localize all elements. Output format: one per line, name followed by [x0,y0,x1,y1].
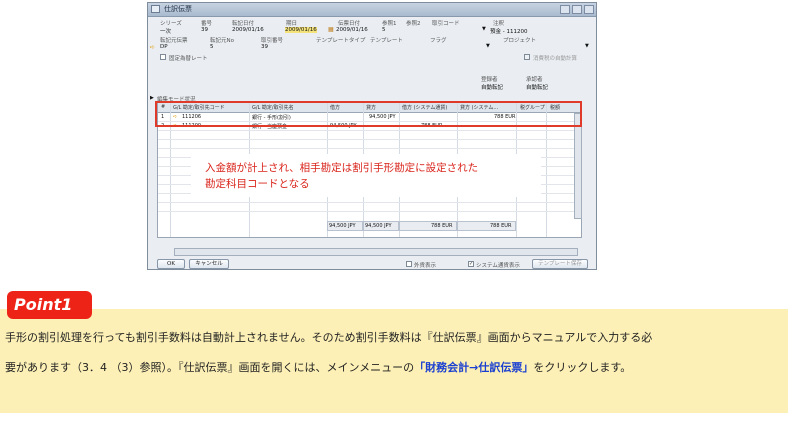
label-ref2: 参照2 [406,21,421,27]
label-template-type: テンプレートタイプ [316,38,366,44]
label-posting-date: 転記日付 [232,21,255,27]
posting-date-field[interactable]: 2009/01/16 [232,27,264,33]
label-number: 番号 [201,21,213,27]
ref1-field[interactable]: 5 [382,27,386,33]
maximize-button[interactable] [572,5,582,14]
label-doc-date: 伝票日付 [338,21,361,27]
window-titlebar[interactable]: 仕訳伝票 [148,3,596,17]
calendar-icon[interactable]: ▦ [328,26,334,33]
approver-label: 承認者 [526,77,543,83]
origin-no-field[interactable]: 5 [210,44,214,50]
point-text-line2: 要があります（3．4 （3）参照）。『仕訳伝票』画面を開くには、メインメニューの… [5,359,631,375]
total-credit-sys: 788 EUR [490,223,512,229]
journal-entry-window: 仕訳伝票 シリーズ 番号 転記日付 期日 伝票日付 参照1 参照2 取引コード … [147,2,597,270]
label-project: プロジェクト [503,38,537,44]
label-template: テンプレート [370,38,403,44]
label-flag: フラグ [430,38,447,44]
doc-date-field[interactable]: 2009/01/16 [336,27,368,33]
window-title: 仕訳伝票 [164,5,192,13]
label-trans-no: 取引番号 [261,38,284,44]
label-origin-doc: 転記元伝票 [160,38,188,44]
total-debit: 94,500 JPY [329,223,356,229]
total-credit: 94,500 JPY [365,223,392,229]
window-icon [151,5,160,13]
point-text-line2-post: をクリックします。 [533,361,632,374]
trans-no-field[interactable]: 39 [261,44,268,50]
callout-line2: 勘定科目コードとなる [205,178,310,190]
link-arrow-icon[interactable]: ➪ [150,44,155,51]
registrant-label: 登録者 [481,77,498,83]
total-debit-sys: 788 EUR [431,223,453,229]
remarks-dropdown-icon[interactable]: ▼ [482,26,486,32]
expand-arrow-icon[interactable]: ▶ [150,95,154,101]
cancel-button[interactable]: キャンセル [189,259,229,269]
registrant-value: 自動転記 [481,85,504,91]
series-field[interactable]: 一次 [160,27,171,35]
template-save-button[interactable]: テンプレート保存 [532,259,588,269]
number-field[interactable]: 39 [201,27,208,33]
fc-display-label: 外貨表示 [414,263,437,269]
fc-display-checkbox[interactable] [406,261,412,267]
grid-vertical-scrollbar[interactable] [574,113,582,219]
origin-doc-field[interactable]: DP [160,44,168,50]
label-series: シリーズ [160,21,182,27]
horizontal-scrollbar[interactable] [174,248,578,256]
point-text-line2-pre: 要があります（3．4 （3）参照）。『仕訳伝票』画面を開くには、メインメニューの [5,361,415,374]
label-ref1: 参照1 [382,21,397,27]
approver-value: 自動転記 [526,85,549,91]
highlight-rows-box [155,101,582,127]
callout-line1: 入金額が計上され、相手勘定は割引手形勘定に設定された [205,162,479,174]
sys-display-checkbox[interactable]: ✓ [468,261,474,267]
label-trans-code: 取引コード [432,21,460,27]
label-origin-no: 転記元No [210,38,234,44]
fixed-rate-checkbox[interactable] [160,54,166,60]
auto-tax-checkbox[interactable] [524,54,530,60]
remarks-field[interactable]: 預金 - 111200 [490,27,527,35]
menu-path-link: 「財務会計→仕訳伝票」 [414,361,534,374]
callout-box: 入金額が計上され、相手勘定は割引手形勘定に設定された 勘定科目コードとなる [191,154,541,197]
point-badge: Point1 [7,291,92,319]
sys-display-label: システム通貨表示 [476,263,520,269]
minimize-button[interactable] [560,5,570,14]
label-due-date: 期日 [286,21,298,27]
flag-dropdown-icon[interactable]: ▼ [486,43,490,49]
label-remarks: 注釈 [493,21,505,27]
close-button[interactable] [584,5,594,14]
ok-button[interactable]: OK [157,259,185,269]
point-text-line1: 手形の割引処理を行っても割引手数料は自動計上されません。そのため割引手数料は『仕… [5,331,653,344]
auto-tax-label: 消費税の自動計算 [533,56,578,62]
fixed-rate-label: 固定為替レート [169,56,208,62]
due-date-field[interactable]: 2009/01/16 [285,27,317,33]
project-dropdown-icon[interactable]: ▼ [585,43,589,49]
